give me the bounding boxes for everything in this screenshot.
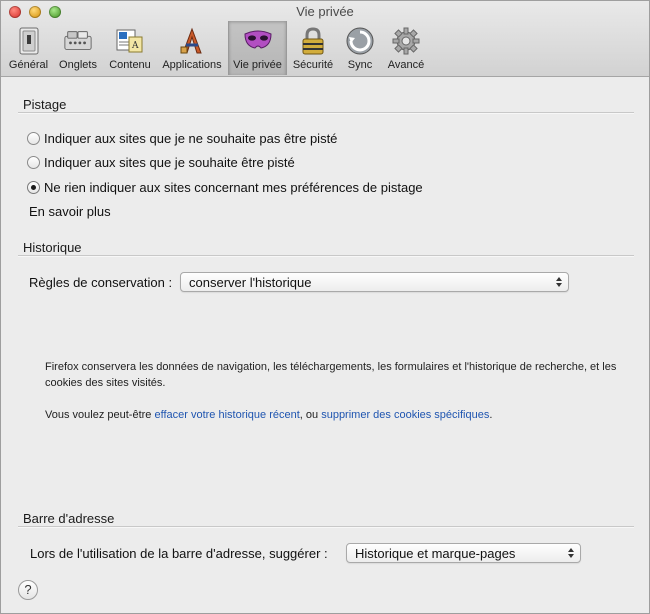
history-suggestions: Vous voulez peut-être effacer votre hist… (45, 407, 635, 423)
tracking-option-track[interactable]: Indiquer aux sites que je souhaite être … (27, 155, 295, 170)
history-rules-value: conserver l'historique (189, 274, 312, 290)
privacy-pane: Pistage Indiquer aux sites que je ne sou… (1, 77, 649, 613)
history-suggestion-suffix: . (489, 409, 493, 421)
tab-sync-label: Sync (347, 59, 373, 71)
updown-arrows-icon (568, 548, 574, 558)
applications-icon (177, 26, 207, 56)
svg-text:A: A (131, 41, 139, 51)
tracking-divider (18, 112, 634, 114)
tracking-option-no-track[interactable]: Indiquer aux sites que je ne souhaite pa… (27, 131, 337, 146)
history-divider (18, 255, 634, 257)
tab-content[interactable]: A Contenu (104, 21, 156, 75)
preferences-window: Vie privée Général Onglets A Contenu App… (0, 0, 650, 614)
tab-tabs[interactable]: Onglets (52, 21, 104, 75)
urlbar-suggest-select[interactable]: Historique et marque-pages (346, 543, 581, 563)
tab-applications-label: Applications (162, 59, 222, 71)
tab-general-label: Général (8, 59, 49, 71)
tab-advanced[interactable]: Avancé (381, 21, 431, 75)
history-description: Firefox conservera les données de naviga… (45, 361, 617, 389)
window-title: Vie privée (296, 4, 354, 19)
history-section-title: Historique (23, 240, 82, 255)
tab-content-label: Contenu (109, 59, 151, 71)
updown-arrows-icon (556, 277, 562, 287)
tracking-option-label: Ne rien indiquer aux sites concernant me… (44, 180, 423, 195)
remove-cookies-link[interactable]: supprimer des cookies spécifiques (321, 409, 489, 421)
clear-recent-history-link[interactable]: effacer votre historique récent (154, 409, 299, 421)
content-icon: A (115, 26, 145, 56)
history-rules-select[interactable]: conserver l'historique (180, 272, 569, 292)
title-bar: Vie privée Général Onglets A Contenu App… (1, 1, 649, 77)
tracking-option-label: Indiquer aux sites que je ne souhaite pa… (44, 131, 338, 146)
tab-tabs-label: Onglets (59, 59, 97, 71)
urlbar-section-title: Barre d'adresse (23, 511, 115, 526)
preferences-toolbar: Général Onglets A Contenu Applications V… (5, 21, 431, 75)
tab-sync[interactable]: Sync (339, 21, 381, 75)
help-icon: ? (24, 582, 32, 597)
urlbar-divider (18, 526, 634, 528)
radio-button-selected[interactable] (27, 181, 40, 194)
mask-icon (243, 26, 273, 56)
tab-general[interactable]: Général (5, 21, 52, 75)
learn-more-link[interactable]: En savoir plus (29, 204, 111, 219)
history-rules-label: Règles de conservation : (29, 275, 173, 290)
tracking-option-nothing[interactable]: Ne rien indiquer aux sites concernant me… (27, 180, 423, 195)
tab-security-label: Sécurité (292, 59, 334, 71)
sync-icon (345, 26, 375, 56)
tracking-option-label: Indiquer aux sites que je souhaite être … (44, 155, 295, 170)
history-suggestion-middle: , ou (299, 409, 322, 421)
tab-applications[interactable]: Applications (156, 21, 228, 75)
tabs-icon (63, 26, 93, 56)
tab-privacy[interactable]: Vie privée (228, 21, 287, 75)
tab-security[interactable]: Sécurité (287, 21, 339, 75)
urlbar-suggest-label: Lors de l'utilisation de la barre d'adre… (30, 546, 328, 561)
radio-button[interactable] (27, 156, 40, 169)
history-suggestion-prefix: Vous voulez peut-être (45, 409, 155, 421)
tab-advanced-label: Avancé (387, 59, 425, 71)
padlock-icon (298, 26, 328, 56)
radio-button[interactable] (27, 132, 40, 145)
help-button[interactable]: ? (18, 580, 38, 600)
tracking-section-title: Pistage (23, 97, 67, 112)
gear-icon (391, 26, 421, 56)
urlbar-suggest-value: Historique et marque-pages (355, 545, 516, 561)
switch-icon (14, 26, 44, 56)
tab-privacy-label: Vie privée (233, 59, 282, 71)
